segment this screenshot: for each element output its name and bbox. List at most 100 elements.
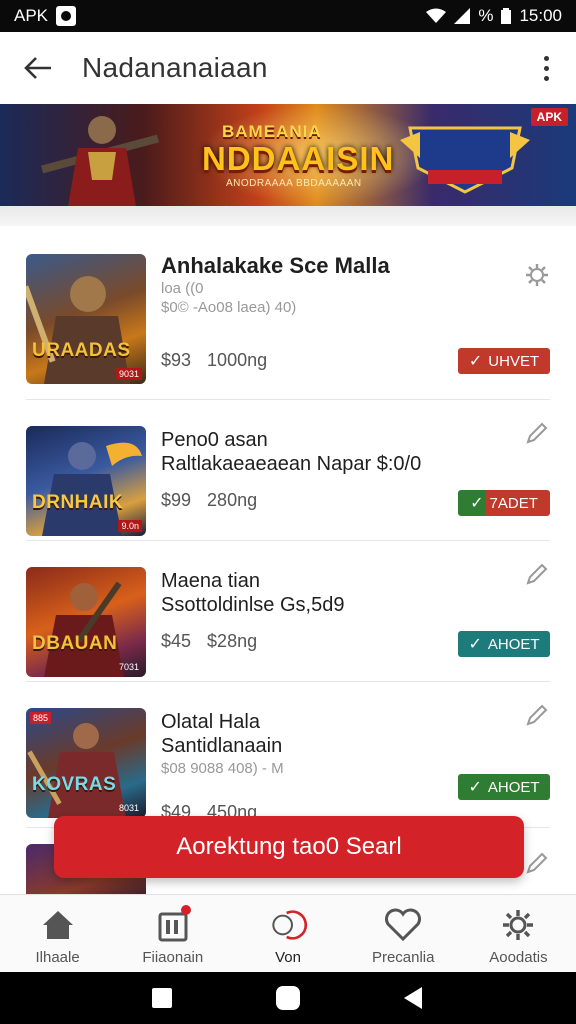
nav-label: Von xyxy=(275,949,301,966)
nav-item-settings[interactable]: Aoodatis xyxy=(461,895,576,972)
thumbnail-badge: 9031 xyxy=(115,368,142,380)
bottom-navigation: Ilhaale Fiiaonain Von Precanlia Aoodatis xyxy=(0,894,576,972)
recents-icon[interactable] xyxy=(152,988,172,1008)
check-icon: ✓ xyxy=(470,495,484,512)
pencil-icon[interactable] xyxy=(524,561,550,587)
page-title: Nadananaiaan xyxy=(82,52,268,83)
signal-icon xyxy=(454,8,471,24)
home-circle-icon[interactable] xyxy=(276,986,300,1010)
banner-line1: BAMEANIA xyxy=(222,122,322,141)
banner-line2: NDDAAISIN xyxy=(202,140,395,177)
item-price-row: $45 $28ng xyxy=(161,631,257,652)
back-arrow-icon xyxy=(24,57,51,79)
status-bar: APK % 15:00 xyxy=(0,0,576,32)
back-button[interactable] xyxy=(20,50,56,86)
item-name: Maena tian xyxy=(161,570,260,592)
home-icon xyxy=(42,911,73,939)
app-thumbnail: 885 KOVRAS 8031 xyxy=(26,708,146,818)
app-list: URAADAS 9031 Anhalakake Sce Malla loa ((… xyxy=(0,226,576,904)
item-price-row: $93 1000ng xyxy=(161,350,267,371)
status-button[interactable]: ✓ UHVET xyxy=(458,348,550,374)
nav-item-von[interactable]: Von xyxy=(230,895,345,972)
app-thumbnail: DBAUAN 7031 xyxy=(26,567,146,677)
ring-icon xyxy=(272,910,308,940)
status-label: AHOET xyxy=(487,778,540,796)
thumbnail-badge: 7031 xyxy=(118,662,139,672)
item-price-row: $99 280ng xyxy=(161,490,257,511)
status-button[interactable]: ✓ 7ADET xyxy=(458,490,550,516)
item-info: Anhalakake Sce Malla loa ((0 $0© -Ao08 l… xyxy=(161,253,461,371)
item-info: Peno0 asan Raltlakaeaeaean Napar $:0/0 $… xyxy=(161,428,461,510)
thumbnail-title: URAADAS xyxy=(32,340,131,361)
item-price: $45 xyxy=(161,631,192,651)
back-triangle-icon[interactable] xyxy=(404,987,424,1009)
thumbnail-badge: 9.0n xyxy=(118,520,142,532)
nav-item-favorites[interactable]: Precanlia xyxy=(346,895,461,972)
item-size: $28ng xyxy=(207,631,258,651)
status-button[interactable]: ✓ AHOET xyxy=(458,774,550,800)
thumbnail-tag: 885 xyxy=(30,712,52,724)
item-name: Olatal Hala xyxy=(161,711,260,733)
heart-icon xyxy=(385,908,422,942)
section-divider xyxy=(0,206,576,226)
hero-illustration xyxy=(41,116,159,206)
promo-banner[interactable]: BAMEANIA NDDAAISIN ANODRAAAA BBDAAAAAN A… xyxy=(0,104,576,206)
notification-dot xyxy=(180,905,191,915)
list-item[interactable]: DRNHAIK 9.0n Peno0 asan Raltlakaeaeaean … xyxy=(26,400,550,541)
item-size: 280ng xyxy=(207,490,258,510)
check-icon: ✓ xyxy=(468,353,483,370)
nav-item-store[interactable]: Fiiaonain xyxy=(115,895,230,972)
banner-line3: ANODRAAAA BBDAAAAAN xyxy=(226,178,362,189)
status-label: AHOET xyxy=(487,635,540,653)
thumbnail-title: DRNHAIK xyxy=(32,492,124,513)
battery-percent: % xyxy=(478,6,494,25)
nav-label: Aoodatis xyxy=(489,949,548,966)
item-subtitle: Ssottoldinlse Gs,5d9 xyxy=(161,594,345,616)
app-thumbnail: URAADAS 9031 xyxy=(26,254,146,384)
status-button[interactable]: ✓ AHOET xyxy=(458,631,550,657)
item-info: Maena tian Ssottoldinlse Gs,5d9 $45 $28ng xyxy=(161,569,461,651)
item-name: Peno0 asan xyxy=(161,429,268,451)
item-meta-detail: $0© -Ao08 laea) 40) xyxy=(161,299,297,316)
item-meta-detail: $08 9088 408) - M xyxy=(161,760,284,777)
item-name: Anhalakake Sce Malla xyxy=(161,253,390,278)
item-price: $99 xyxy=(161,490,192,510)
pencil-icon[interactable] xyxy=(524,850,550,876)
pencil-icon[interactable] xyxy=(524,420,550,446)
game-logo-shield xyxy=(400,126,530,194)
item-size: 1000ng xyxy=(207,350,268,370)
status-label: UHVET xyxy=(488,352,540,370)
item-price: $93 xyxy=(161,350,192,370)
thumbnail-title: DBAUAN xyxy=(32,633,118,654)
overflow-menu-button[interactable] xyxy=(536,55,556,81)
gear-icon[interactable] xyxy=(524,262,550,288)
nav-item-home[interactable]: Ilhaale xyxy=(0,895,115,972)
item-subtitle: Raltlakaeaeaean Napar $:0/0 xyxy=(161,453,422,475)
check-icon: ✓ xyxy=(468,779,482,796)
settings-icon xyxy=(503,910,534,940)
app-bar: Nadananaiaan xyxy=(0,32,576,104)
check-icon: ✓ xyxy=(468,636,482,653)
item-meta: loa ((0 xyxy=(161,280,204,297)
nav-label: Precanlia xyxy=(371,949,435,966)
app-thumbnail: DRNHAIK 9.0n xyxy=(26,426,146,536)
status-label: 7ADET xyxy=(489,494,538,512)
nav-label: Fiiaonain xyxy=(142,949,204,966)
item-info: Olatal Hala Santidlanaain $08 9088 408) … xyxy=(161,710,461,822)
list-item[interactable]: 885 KOVRAS 8031 Olatal Hala Santidlanaai… xyxy=(26,682,550,828)
thumbnail-title: KOVRAS xyxy=(32,774,117,795)
status-left-text: APK xyxy=(14,6,49,25)
battery-icon xyxy=(501,8,512,24)
pencil-icon[interactable] xyxy=(524,702,550,728)
thumbnail-badge: 8031 xyxy=(118,803,139,813)
list-item[interactable]: DBAUAN 7031 Maena tian Ssottoldinlse Gs,… xyxy=(26,541,550,682)
status-time: 15:00 xyxy=(519,6,562,25)
wifi-icon xyxy=(426,8,447,23)
nav-label: Ilhaale xyxy=(35,949,80,966)
system-navigation-bar xyxy=(0,972,576,1024)
notification-icon xyxy=(56,6,77,26)
apk-tag: APK xyxy=(530,108,568,126)
search-fab-button[interactable]: Aorektung tao0 Searl xyxy=(54,816,524,878)
list-item[interactable]: URAADAS 9031 Anhalakake Sce Malla loa ((… xyxy=(26,226,550,400)
item-subtitle: Santidlanaain xyxy=(161,735,283,757)
